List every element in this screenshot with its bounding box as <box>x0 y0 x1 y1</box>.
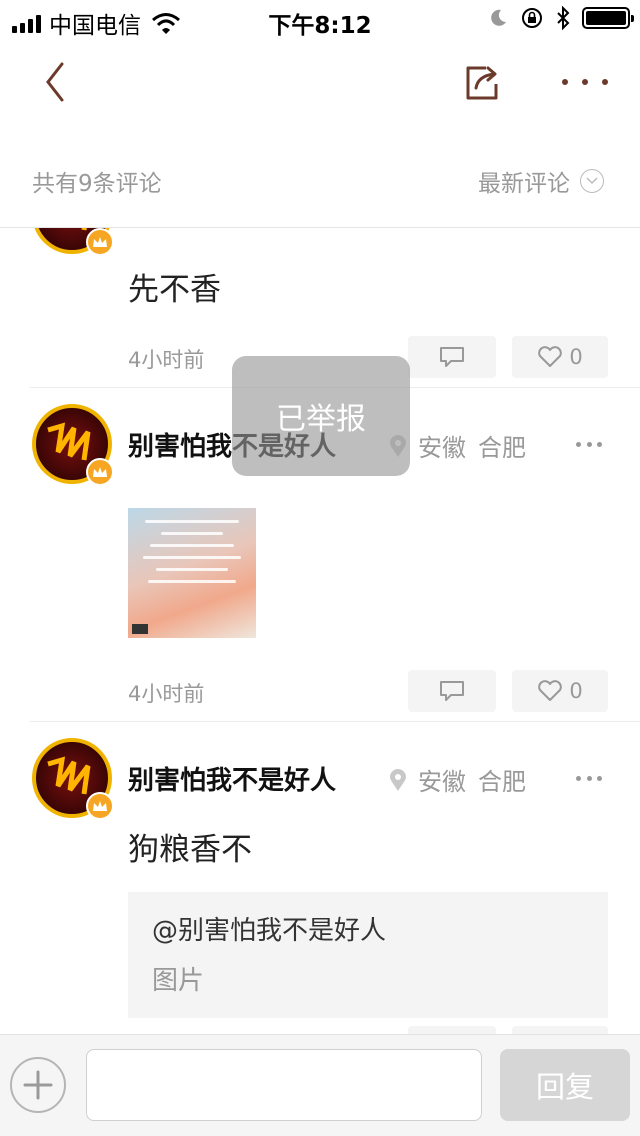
location-province: 安徽 <box>418 768 466 796</box>
comment-time: 4小时前 <box>128 348 205 372</box>
location-province: 安徽 <box>418 434 466 462</box>
comment-time: 4小时前 <box>128 682 205 706</box>
reply-composer: 回复 <box>0 1034 640 1136</box>
location-city: 合肥 <box>478 768 526 796</box>
comment-image[interactable] <box>128 508 256 638</box>
comment-icon <box>440 347 464 367</box>
quote-text: 图片 <box>152 966 205 996</box>
reported-toast: 已举报 <box>232 356 410 476</box>
location-city: 合肥 <box>478 434 526 462</box>
comment-item: 别害怕我不是好人 安徽 合肥 狗粮香不 @别害怕我不是好人 图片 <box>0 722 640 1034</box>
send-button[interactable]: 回复 <box>500 1049 630 1121</box>
like-button[interactable] <box>512 1026 608 1034</box>
chevron-left-icon[interactable] <box>36 58 76 106</box>
crown-icon <box>86 228 114 256</box>
comment-count: 共有9条评论 <box>32 171 162 197</box>
avatar[interactable] <box>32 228 114 256</box>
comments-header: 共有9条评论 最新评论 <box>0 150 640 228</box>
like-count: 0 <box>569 345 583 369</box>
status-bar: 中国电信 下午8:12 <box>0 0 640 40</box>
like-button[interactable]: 0 <box>512 336 608 378</box>
quoted-comment[interactable]: @别害怕我不是好人 图片 <box>128 892 608 1018</box>
plus-icon[interactable] <box>10 1057 66 1113</box>
item-more-icon[interactable] <box>576 776 602 781</box>
status-right <box>488 6 634 30</box>
bluetooth-icon <box>557 6 570 30</box>
comment-icon <box>440 681 464 701</box>
item-more-icon[interactable] <box>576 442 602 447</box>
crown-icon <box>86 792 114 820</box>
quote-user: @别害怕我不是好人 <box>152 916 387 946</box>
reply-input[interactable] <box>86 1049 482 1121</box>
like-button[interactable]: 0 <box>512 670 608 712</box>
sort-label: 最新评论 <box>478 171 570 197</box>
heart-icon <box>538 346 563 367</box>
comment-list[interactable]: 先不香 4小时前 0 别害怕我不是好人 安徽 合肥 <box>0 228 640 1034</box>
location-pin-icon <box>390 768 406 791</box>
crown-icon <box>86 458 114 486</box>
location: 安徽 合肥 <box>390 428 526 463</box>
more-icon[interactable] <box>562 70 608 94</box>
comment-content: 狗粮香不 <box>128 832 252 868</box>
heart-icon <box>538 680 563 701</box>
reply-button[interactable] <box>408 1026 496 1034</box>
username[interactable]: 别害怕我不是好人 <box>128 760 336 797</box>
chevron-down-icon <box>580 169 604 193</box>
rotation-lock-icon <box>522 8 542 28</box>
location: 安徽 合肥 <box>390 762 526 797</box>
share-icon[interactable] <box>462 62 502 104</box>
moon-icon <box>491 9 506 26</box>
nav-bar <box>0 40 640 128</box>
battery-icon <box>582 7 634 29</box>
comment-content: 先不香 <box>128 272 221 308</box>
avatar[interactable] <box>32 404 114 486</box>
sort-dropdown[interactable]: 最新评论 <box>478 164 604 198</box>
reply-button[interactable] <box>408 670 496 712</box>
reply-button[interactable] <box>408 336 496 378</box>
like-count: 0 <box>569 679 583 703</box>
avatar[interactable] <box>32 738 114 820</box>
